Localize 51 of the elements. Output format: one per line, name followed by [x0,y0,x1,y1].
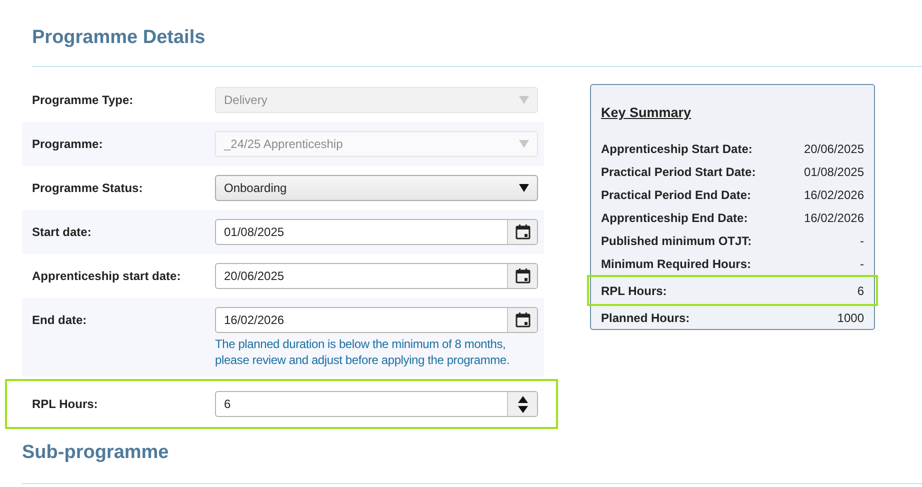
number-field[interactable]: 6 [215,391,538,417]
up-arrow-icon [518,396,528,402]
summary-label: Practical Period End Date: [601,186,752,204]
select-field[interactable]: Onboarding [215,175,538,201]
dropdown-arrow-icon [519,96,529,104]
field-label: End date: [32,312,88,329]
summary-label: Practical Period Start Date: [601,164,756,181]
field-value: 16/02/2026 [223,312,286,329]
summary-label: Planned Hours: [601,310,690,327]
calendar-button[interactable] [507,308,537,332]
calendar-icon [514,224,530,240]
field-label: RPL Hours: [32,396,99,413]
summary-value: 01/08/2025 [804,164,864,181]
summary-value: 16/02/2026 [804,186,864,204]
calendar-button[interactable] [507,220,537,244]
summary-label: Published minimum OTJT: [601,232,752,250]
down-arrow-icon [518,406,528,412]
field-value: 01/08/2025 [223,224,286,241]
date-field[interactable]: 16/02/2026 [215,307,538,333]
summary-label: Apprenticeship End Date: [601,210,748,227]
calendar-button[interactable] [507,264,537,288]
summary-value: 20/06/2025 [804,140,864,158]
field-label: Start date: [32,224,92,241]
field-label: Programme Type: [32,92,134,109]
calendar-icon [514,268,530,284]
select-value: Onboarding [224,180,287,197]
summary-title: Key Summary [601,104,692,122]
field-label: Programme: [32,136,104,153]
summary-value: - [860,232,864,250]
summary-value: 16/02/2026 [804,210,864,227]
section-heading: Programme Details [32,26,206,50]
calendar-icon [514,312,530,328]
summary-value: 6 [857,282,864,300]
summary-label: Apprenticeship Start Date: [601,140,752,158]
select-value: Delivery [224,92,268,109]
date-field[interactable]: 20/06/2025 [215,263,538,289]
section-heading: Sub-programme [22,441,170,465]
validation-message: The planned duration is below the minimum of 8 months, please review and adjust before applying the programme. [215,336,511,368]
summary-value: 1000 [837,310,864,327]
spinner-button[interactable] [507,392,537,416]
select-value: _24/25 Apprenticeship [224,136,343,153]
field-value: 6 [223,396,232,413]
date-field[interactable]: 01/08/2025 [215,219,538,245]
dropdown-arrow-icon [519,140,529,148]
field-value: 20/06/2025 [223,268,286,285]
summary-value: - [860,256,864,273]
summary-label: Minimum Required Hours: [601,256,752,273]
summary-label: RPL Hours: [601,282,667,300]
field-label: Apprenticeship start date: [32,268,182,285]
field-label: Programme Status: [32,180,144,197]
dropdown-arrow-icon [519,184,529,192]
